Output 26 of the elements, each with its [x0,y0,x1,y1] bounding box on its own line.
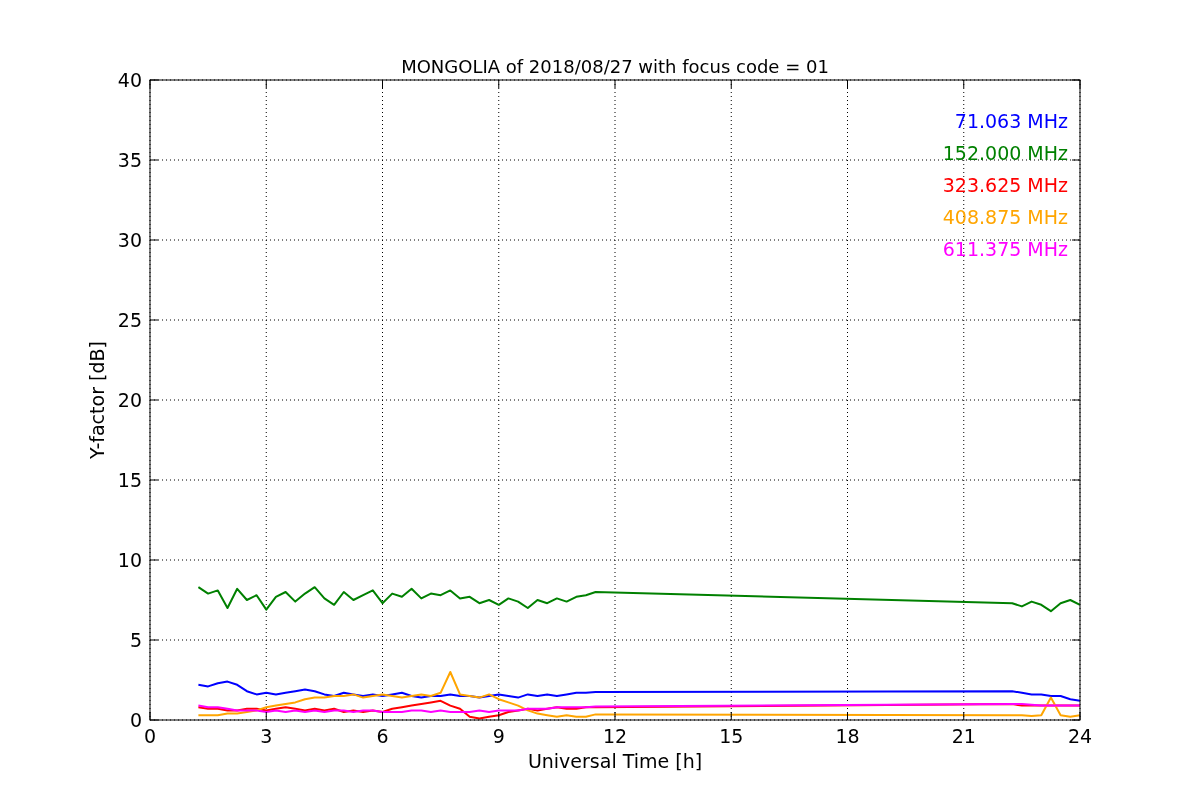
y-tick-label: 15 [117,469,142,491]
x-tick-label: 15 [719,725,744,747]
y-tick-label: 10 [117,549,142,571]
legend-label: 71.063 MHz [954,110,1068,132]
x-tick-label: 24 [1067,725,1093,747]
x-tick-label: 12 [602,725,628,747]
y-tick-label: 0 [129,709,142,731]
y-tick-label: 25 [117,309,142,331]
y-tick-label: 30 [117,229,142,251]
y-axis-label: Y-factor [dB] [86,341,108,459]
legend-label: 152.000 MHz [942,142,1068,164]
x-tick-label: 0 [143,725,157,747]
legend-label: 323.625 MHz [942,174,1068,196]
x-tick-label: 3 [260,725,273,747]
y-tick-label: 20 [117,389,142,411]
x-tick-label: 6 [376,725,389,747]
legend-label: 408.875 MHz [942,206,1068,228]
y-tick-label: 35 [117,149,142,171]
x-tick-label: 9 [492,725,505,747]
y-tick-label: 40 [117,69,142,91]
legend-label: 611.375 MHz [942,238,1068,260]
x-axis-label: Universal Time [h] [527,750,703,772]
x-tick-label: 18 [835,725,860,747]
chart-title: MONGOLIA of 2018/08/27 with focus code = 01 [401,56,829,77]
y-tick-label: 5 [129,629,142,651]
x-tick-label: 21 [951,725,976,747]
